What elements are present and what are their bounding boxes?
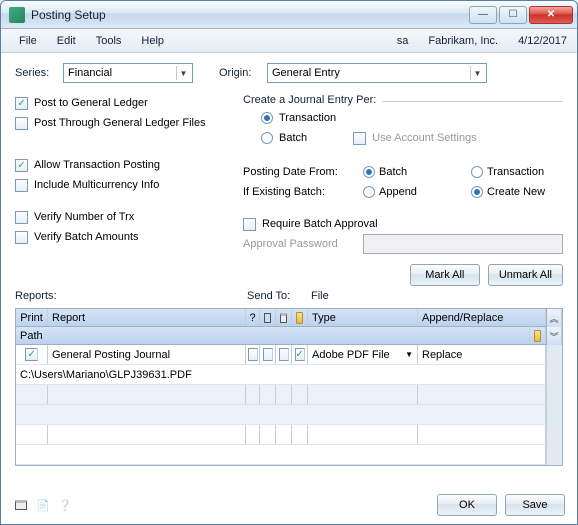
content-area: Series: Financial ▼ Origin: General Entr… [1,53,577,472]
col-type[interactable]: Type [308,309,418,326]
existing-create-label: Create New [487,186,545,198]
table-row[interactable] [16,405,562,425]
series-select[interactable]: Financial ▼ [63,63,193,83]
require-approval-checkbox[interactable] [243,218,256,231]
row-report: General Posting Journal [48,345,246,364]
scroll-down-button[interactable]: ︾ [546,327,562,345]
col-print[interactable]: Print [16,309,48,326]
allow-trx-label: Allow Transaction Posting [34,159,160,171]
datefrom-trx-label: Transaction [487,166,544,178]
minimize-button[interactable]: — [469,6,497,24]
post-gl-checkbox[interactable]: ✓ [15,97,28,110]
chevron-down-icon[interactable]: ▼ [405,350,413,359]
document-icon[interactable]: 📄 [35,497,51,513]
reports-label: Reports: [15,290,75,308]
col-ask-icon[interactable]: ? [246,309,260,326]
approval-pwd-input [363,234,563,254]
row-path: C:\Users\Mariano\GLPJ39631.PDF [16,365,546,384]
bottom-toolbar: 📄 ❔ OK Save [13,494,565,516]
journal-entry-group: Create a Journal Entry Per: Transaction … [243,101,563,148]
datefrom-batch-radio[interactable] [363,166,375,178]
row-file-checkbox[interactable]: ✓ [295,348,305,361]
table-row[interactable] [16,385,562,405]
posting-date-from-label: Posting Date From: [243,166,363,178]
sendto-label: Send To: [247,290,311,308]
if-existing-label: If Existing Batch: [243,186,363,198]
col-path[interactable]: Path [16,327,530,344]
app-icon [9,7,25,23]
existing-create-radio[interactable] [471,186,483,198]
use-acct-checkbox [353,132,366,145]
row-print-checkbox[interactable]: ✓ [25,348,38,361]
verify-num-checkbox[interactable] [15,211,28,224]
allow-trx-checkbox[interactable]: ✓ [15,159,28,172]
menu-edit[interactable]: Edit [47,32,86,50]
verify-amt-checkbox[interactable] [15,231,28,244]
posting-setup-window: Posting Setup — ☐ ✕ File Edit Tools Help… [0,0,578,525]
chevron-down-icon: ▼ [470,66,484,80]
journal-transaction-radio[interactable] [261,112,273,124]
table-row[interactable]: ✓ General Posting Journal ✓ Adobe PDF Fi… [16,345,562,365]
menu-help[interactable]: Help [131,32,174,50]
row-append-replace: Replace [418,345,546,364]
approval-pwd-label: Approval Password [243,238,363,250]
verify-num-label: Verify Number of Trx [34,211,134,223]
reports-table: Print Report ? Type Append/Replace ︽ Pat… [15,308,563,466]
menu-file[interactable]: File [9,32,47,50]
journal-legend: Create a Journal Entry Per: [243,94,382,106]
status-date: 4/12/2017 [508,35,577,47]
status-user: sa [387,35,419,47]
post-gl-label: Post to General Ledger [34,97,148,109]
require-approval-label: Require Batch Approval [262,218,378,230]
post-through-label: Post Through General Ledger Files [34,117,206,129]
print-icon[interactable] [13,497,29,513]
row-screen-checkbox[interactable] [263,348,273,361]
journal-transaction-label: Transaction [279,112,336,124]
datefrom-trx-radio[interactable] [471,166,483,178]
existing-append-label: Append [379,186,417,198]
status-company: Fabrikam, Inc. [418,35,508,47]
journal-batch-label: Batch [279,132,307,144]
post-through-checkbox[interactable] [15,117,28,130]
row-printer-checkbox[interactable] [279,348,289,361]
col-report[interactable]: Report [48,309,246,326]
col-screen-icon[interactable] [260,309,276,326]
help-icon[interactable]: ❔ [57,497,73,513]
verify-amt-label: Verify Batch Amounts [34,231,139,243]
table-row[interactable]: C:\Users\Mariano\GLPJ39631.PDF [16,365,562,385]
datefrom-batch-label: Batch [379,166,407,178]
origin-value: General Entry [272,67,340,79]
journal-batch-radio[interactable] [261,132,273,144]
unmark-all-button[interactable]: Unmark All [488,264,563,286]
close-button[interactable]: ✕ [529,6,573,24]
path-folder-icon[interactable] [530,327,546,344]
table-row[interactable] [16,425,562,445]
row-ask-checkbox[interactable] [248,348,258,361]
ok-button[interactable]: OK [437,494,497,516]
col-folder-icon[interactable] [292,309,308,326]
col-printer-icon[interactable] [276,309,292,326]
menu-tools[interactable]: Tools [86,32,132,50]
existing-append-radio[interactable] [363,186,375,198]
table-row[interactable] [16,445,562,465]
series-value: Financial [68,67,112,79]
save-button[interactable]: Save [505,494,565,516]
vertical-scrollbar[interactable] [546,345,562,465]
menubar: File Edit Tools Help sa Fabrikam, Inc. 4… [1,29,577,53]
mark-all-button[interactable]: Mark All [410,264,480,286]
series-label: Series: [15,67,63,79]
origin-label: Origin: [219,67,267,79]
col-append-replace[interactable]: Append/Replace [418,309,546,326]
origin-select[interactable]: General Entry ▼ [267,63,487,83]
scroll-up-button[interactable]: ︽ [546,309,562,327]
chevron-down-icon: ▼ [176,66,190,80]
include-mc-checkbox[interactable] [15,179,28,192]
window-title: Posting Setup [31,8,469,22]
row-type: Adobe PDF File [312,349,390,361]
file-label: File [311,290,351,308]
include-mc-label: Include Multicurrency Info [34,179,159,191]
maximize-button[interactable]: ☐ [499,6,527,24]
titlebar: Posting Setup — ☐ ✕ [1,1,577,29]
use-acct-label: Use Account Settings [372,132,477,144]
